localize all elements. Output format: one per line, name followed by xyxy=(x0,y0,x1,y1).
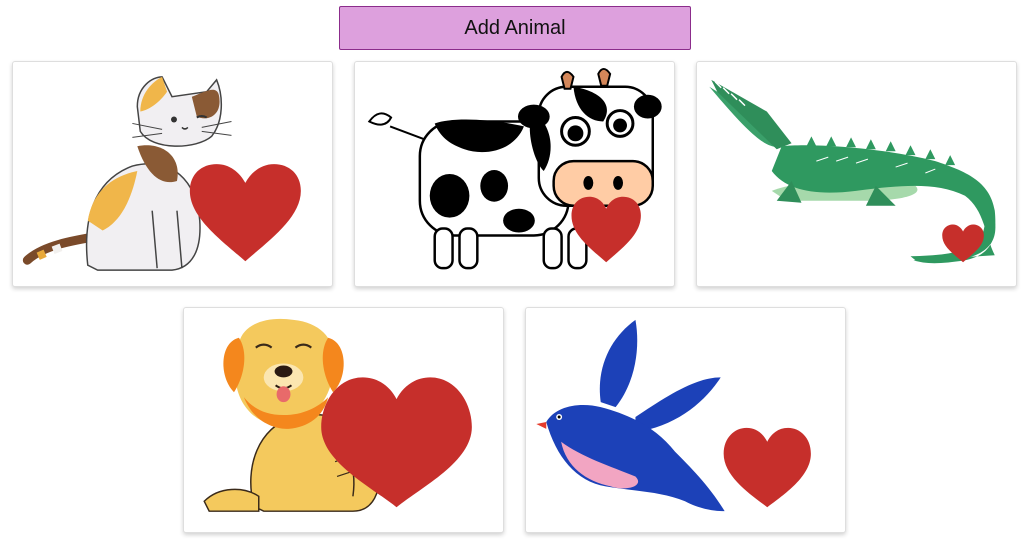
animal-card-crocodile[interactable] xyxy=(696,61,1017,287)
crocodile-illustration xyxy=(709,79,996,264)
animal-card-bird[interactable] xyxy=(525,307,846,533)
heart-icon xyxy=(723,427,811,508)
heart-icon xyxy=(189,164,301,262)
animal-card-cat[interactable] xyxy=(12,61,333,287)
animal-card-cow[interactable] xyxy=(354,61,675,287)
bird-illustration xyxy=(536,319,811,512)
cow-illustration xyxy=(367,67,662,270)
cat-illustration xyxy=(22,76,301,271)
add-animal-button[interactable]: Add Animal xyxy=(339,6,691,50)
animal-card-dog[interactable] xyxy=(183,307,504,533)
dog-illustration xyxy=(203,318,472,512)
